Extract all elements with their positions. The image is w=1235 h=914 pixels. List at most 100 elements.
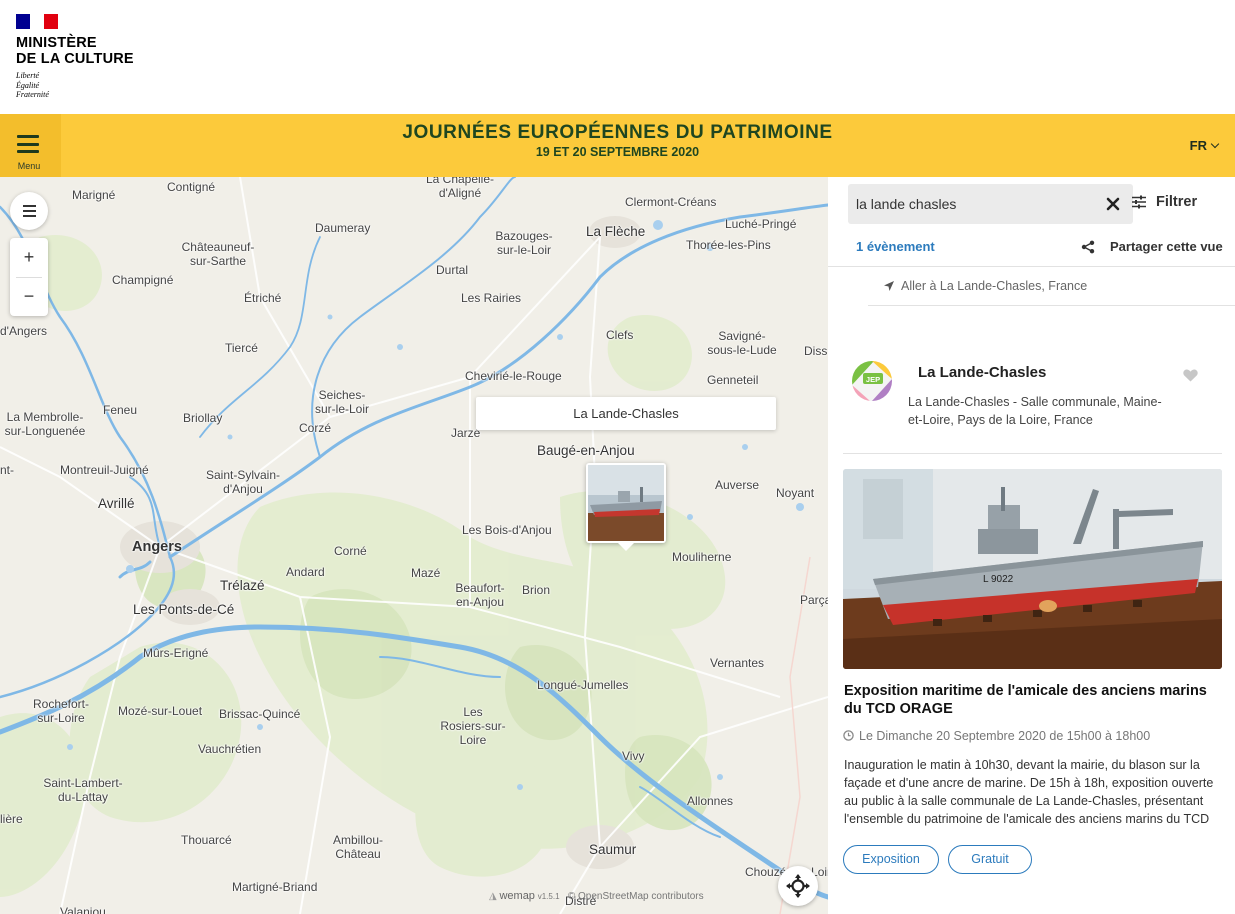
map-label-longue-jumelles: Longué-Jumelles (537, 678, 629, 692)
zoom-in-button[interactable]: + (10, 238, 48, 277)
ministry-title: MINISTÈRE DE LA CULTURE (16, 35, 134, 67)
motto-fraternite: Fraternité (16, 90, 49, 99)
language-selector[interactable]: FR (1190, 138, 1220, 153)
clear-search-icon[interactable] (1105, 196, 1121, 212)
motto-egalite: Égalité (16, 80, 40, 90)
map-label-valanjou: Valanjou (60, 905, 106, 914)
event-card-title[interactable]: Exposition maritime de l'amicale des anc… (844, 682, 1224, 718)
map-label-brion: Brion (522, 583, 551, 597)
map-label-ambillou: Ambillou-Château (332, 833, 383, 861)
results-panel: Filtrer 1 évènement Partager cette vue A… (828, 177, 1235, 914)
map-label-durtal: Durtal (436, 263, 469, 277)
map-label-thoree-les-pins: Thorée-les-Pins (686, 238, 771, 252)
map-label-chateauneuf: Châteauneuf-sur-Sarthe (181, 240, 255, 268)
recenter-button[interactable] (778, 866, 818, 906)
tag-gratuit[interactable]: Gratuit (948, 845, 1032, 874)
map-label-dangers: d'Angers (0, 324, 47, 338)
map-label-feneu: Feneu (103, 403, 138, 417)
map-label-tierce: Tiercé (225, 341, 258, 355)
map-label-saint-sylvain: Saint-Sylvain-d'Anjou (205, 468, 281, 496)
filter-button[interactable]: Filtrer (1132, 194, 1198, 210)
ministry-logo[interactable]: MINISTÈRE DE LA CULTURE Liberté Égalité … (16, 14, 134, 100)
ministry-title-line1: MINISTÈRE (16, 35, 97, 51)
sliders-icon (1132, 195, 1146, 209)
result-count: 1 évènement (856, 239, 935, 254)
hull-number: L 9022 (983, 574, 1014, 585)
map-label-diss: Diss (804, 344, 828, 358)
share-view-button[interactable]: Partager cette vue (1081, 239, 1223, 254)
map-label-savigne: Savigné-sous-le-Lude (707, 329, 777, 357)
event-banner: Menu JOURNÉES EUROPÉENNES DU PATRIMOINE … (0, 114, 1235, 177)
map-label-murs-erigne: Mûrs-Erigné (143, 646, 209, 660)
map-label-beaufort: Beaufort-en-Anjou (455, 581, 505, 609)
menu-label: Menu (17, 161, 41, 171)
wemap-logo-icon: ◮ (489, 891, 500, 902)
map-label-auverse: Auverse (715, 478, 760, 492)
map-label-bazouges: Bazouges-sur-le-Loir (495, 229, 553, 257)
map-label-luche-pringe: Luché-Pringé (725, 217, 797, 231)
attribution-version: v1.5.1 (537, 892, 560, 901)
map-label-contigne: Contigné (167, 180, 216, 194)
search-input[interactable] (848, 184, 1098, 224)
map-popup-label[interactable]: La Lande-Chasles (476, 397, 776, 430)
share-label: Partager cette vue (1110, 239, 1223, 254)
chevron-down-icon (1210, 139, 1220, 149)
map-label-etriche: Étriché (244, 291, 282, 305)
map-label-martigne-briand: Martigné-Briand (232, 880, 318, 894)
map-layers-button[interactable] (10, 192, 48, 230)
filter-label: Filtrer (1156, 194, 1198, 210)
map-label-briollay: Briollay (183, 411, 223, 425)
map-label-marigne: Marigné (72, 188, 116, 202)
event-title: JOURNÉES EUROPÉENNES DU PATRIMOINE (402, 122, 833, 143)
map-label-vernantes: Vernantes (710, 656, 765, 670)
header-divider (828, 266, 1235, 267)
goto-divider (868, 305, 1235, 306)
map-label-maze: Mazé (411, 566, 441, 580)
map-label-noyant: Noyant (776, 486, 815, 500)
navigation-arrow-icon (884, 281, 894, 291)
map-label-cheviree: Chevirié-le-Rouge (465, 369, 562, 383)
location-title[interactable]: La Lande-Chasles (918, 364, 1046, 381)
french-flag-icon (16, 14, 58, 29)
map[interactable]: Marigné Contigné La Chapelle-d'Aligné Da… (0, 177, 828, 914)
event-map-marker[interactable] (586, 463, 666, 543)
goto-location-link[interactable]: Aller à La Lande-Chasles, France (884, 279, 1088, 293)
share-icon (1081, 240, 1095, 254)
ministry-header: MINISTÈRE DE LA CULTURE Liberté Égalité … (0, 0, 1235, 114)
map-label-clefs: Clefs (606, 328, 634, 342)
search-box (848, 184, 1133, 224)
map-label-les-rosiers: Les Rosiers-sur-Loire (440, 705, 506, 747)
attribution-osm[interactable]: © OpenStreetMap contributors (568, 891, 704, 902)
jep-logo-icon: JEP (852, 361, 892, 401)
zoom-control: + − (10, 238, 48, 316)
map-label-seiches: Seiches-sur-le-Loir (314, 388, 369, 416)
event-date: Le Dimanche 20 Septembre 2020 de 15h00 à… (843, 729, 1151, 743)
ship-model-image: L 9022 (843, 469, 1222, 669)
location-divider (843, 453, 1222, 454)
map-label-la-membrolle: La Membrolle-sur-Longuenée (4, 410, 86, 438)
map-label-vivy: Vivy (622, 749, 645, 763)
ministry-title-line2: DE LA CULTURE (16, 50, 134, 67)
map-attribution: ◮ wemap v1.5.1 © OpenStreetMap contribut… (489, 890, 704, 902)
map-label-genneteil: Genneteil (707, 373, 759, 387)
clock-icon (843, 730, 854, 741)
marker-pointer (617, 542, 635, 551)
heart-icon[interactable] (1183, 369, 1198, 382)
map-label-brissac-quince: Brissac-Quincé (219, 707, 301, 721)
tag-exposition[interactable]: Exposition (843, 845, 939, 874)
event-date-text: Le Dimanche 20 Septembre 2020 de 15h00 à… (859, 729, 1151, 743)
map-label-allonnes: Allonnes (687, 794, 734, 808)
event-photo[interactable]: L 9022 (843, 469, 1222, 669)
zoom-out-button[interactable]: − (10, 277, 48, 316)
map-label-saint-lambert: Saint-Lambert-du-Lattay (43, 776, 123, 804)
map-label-vauchretien: Vauchrétien (198, 742, 262, 756)
map-label-la-chapelle: La Chapelle-d'Aligné (425, 177, 495, 200)
goto-label: Aller à La Lande-Chasles, France (901, 279, 1088, 293)
event-dates: 19 ET 20 SEPTEMBRE 2020 (535, 145, 700, 159)
map-label-rochefort: Rochefort-sur-Loire (32, 697, 90, 725)
attribution-brand[interactable]: wemap (499, 890, 534, 902)
map-label-les-rairies: Les Rairies (461, 291, 522, 305)
republic-motto: Liberté Égalité Fraternité (16, 71, 134, 100)
map-label-saumur: Saumur (589, 842, 637, 857)
map-label-liere: lière (0, 812, 23, 826)
